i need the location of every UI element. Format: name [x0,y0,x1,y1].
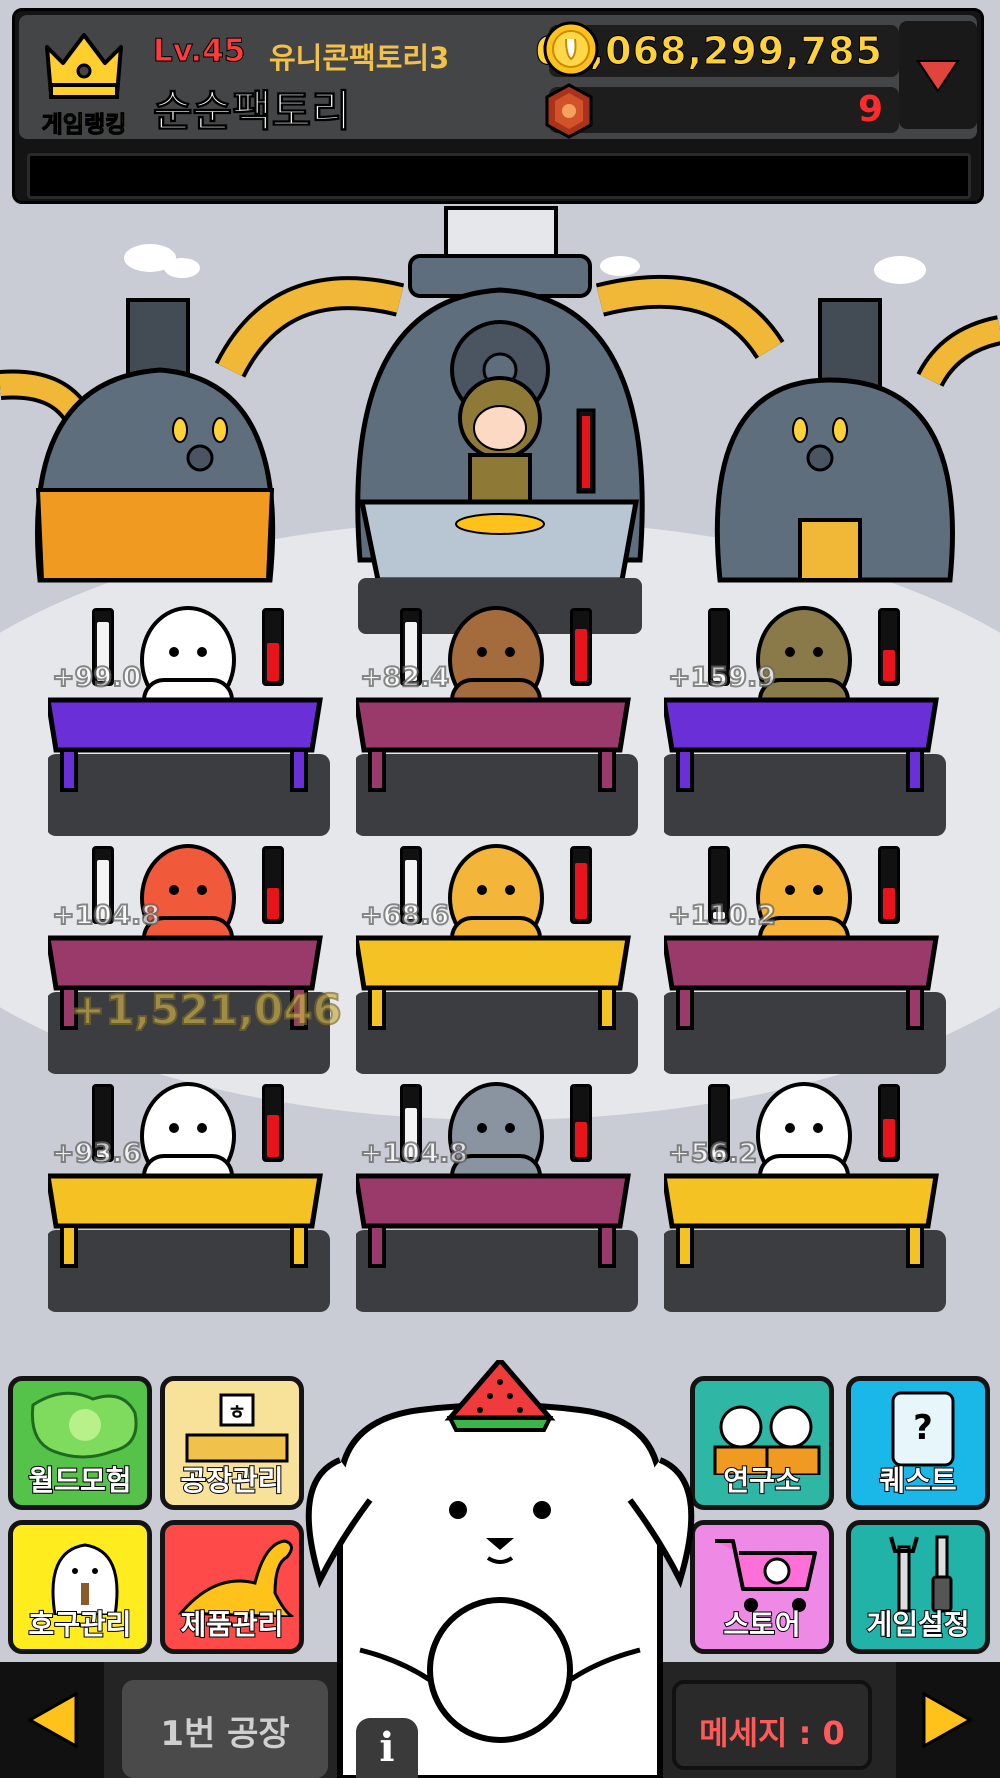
workstation[interactable]: +56.2 [664,1076,954,1326]
workstation[interactable]: +104.8 [356,1076,646,1326]
production-rate: +104.8 [359,1137,469,1170]
right-gauge-bar [262,846,284,924]
product-manage-label: 제품관리 [179,1607,284,1642]
svg-text:ㅎ: ㅎ [228,1400,246,1424]
factory-manage-label: 공장관리 [179,1463,284,1498]
next-factory-button[interactable] [896,1662,1000,1778]
production-rate: +110.2 [667,899,777,932]
right-gauge-bar [570,1084,592,1162]
scroll-icon: ? [891,1391,955,1467]
factory-manage-button[interactable]: ㅎ 공장관리 [160,1376,304,1510]
right-gauge-bar [570,608,592,686]
workstation[interactable]: +82.4 [356,600,646,850]
production-rate: +159.9 [667,661,777,694]
production-rate: +93.6 [51,1137,142,1170]
right-gauge-bar [262,1084,284,1162]
production-rate: +68.6 [359,899,450,932]
game-settings-button[interactable]: 게임설정 [846,1520,990,1654]
factory-board-icon: ㅎ [185,1393,289,1463]
workstations: +99.0 +82.4 +159.9 +104.8 +68.6 +110.2 +93.6 +1… [0,0,1000,1364]
quest-label: 퀘스트 [878,1463,957,1498]
right-gauge-bar [262,608,284,686]
right-gauge-bar [878,846,900,924]
lab-label: 연구소 [722,1463,801,1498]
store-label: 스토어 [722,1607,801,1642]
production-rate: +104.8 [51,899,161,932]
workstation[interactable]: +99.0 [48,600,338,850]
map-icon [30,1391,138,1459]
message-count: 메세지 : 0 [699,1714,845,1752]
workstation[interactable]: +68.6 [356,838,646,1088]
lab-button[interactable]: 연구소 [690,1376,834,1510]
workstation[interactable]: +110.2 [664,838,954,1088]
product-manage-button[interactable]: 제품관리 [160,1520,304,1654]
world-adventure-button[interactable]: 월드모험 [8,1376,152,1510]
workstation[interactable]: +104.8 [48,838,338,1088]
game-settings-label: 게임설정 [865,1607,970,1642]
arrow-left-icon [26,1692,78,1748]
right-gauge-bar [878,1084,900,1162]
income-popup: +1,521,046 [69,984,343,1035]
info-icon: i [379,1724,395,1771]
info-button[interactable]: i [356,1718,418,1778]
mascot-dog [305,1360,695,1778]
production-rate: +99.0 [51,661,142,694]
previous-factory-button[interactable] [0,1662,104,1778]
right-gauge-bar [878,608,900,686]
workstation[interactable]: +159.9 [664,600,954,850]
customer-manage-button[interactable]: 호구관리 [8,1520,152,1654]
right-gauge-bar [570,846,592,924]
customer-manage-label: 호구관리 [27,1607,132,1642]
production-rate: +56.2 [667,1137,758,1170]
workstation[interactable]: +93.6 [48,1076,338,1326]
world-adventure-label: 월드모험 [27,1463,132,1498]
production-rate: +82.4 [359,661,450,694]
arrow-right-icon [922,1692,974,1748]
quest-button[interactable]: ? 퀘스트 [846,1376,990,1510]
message-counter-button[interactable]: 메세지 : 0 [672,1680,872,1770]
factory-selector[interactable]: 1번 공장 [122,1680,328,1778]
store-button[interactable]: 스토어 [690,1520,834,1654]
factory-selector-label: 1번 공장 [160,1714,290,1754]
svg-text:?: ? [913,1408,933,1448]
